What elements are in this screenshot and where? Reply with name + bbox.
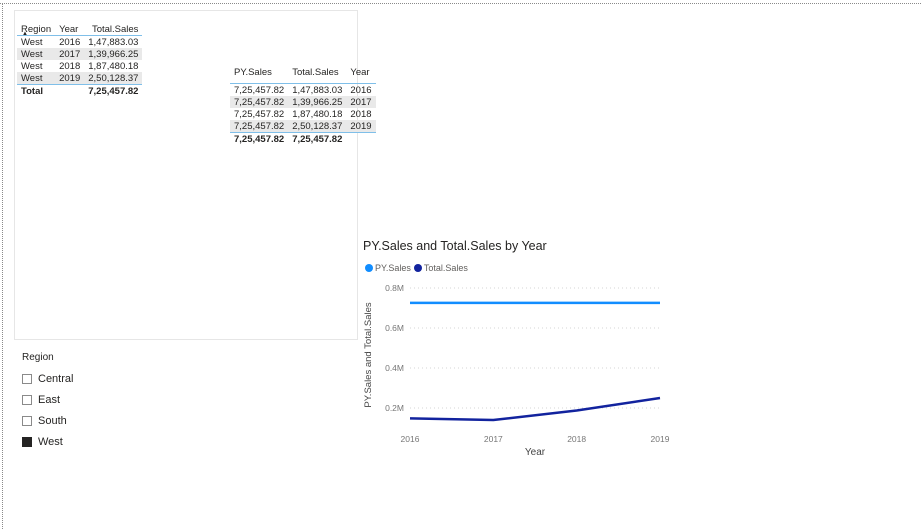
column-header-region[interactable]: Region ▲ <box>17 17 56 37</box>
total-py-sales: 7,25,457.82 <box>234 133 285 145</box>
checkbox[interactable] <box>22 373 32 384</box>
slicer-item-west[interactable]: West <box>22 431 222 452</box>
cell-py-sales: 7,25,457.82 <box>230 96 289 108</box>
slicer-item-label: West <box>38 435 63 448</box>
canvas-edge <box>2 3 3 529</box>
y-tick-label: 0.4M <box>385 363 404 373</box>
cell-total-sales: 2,50,128.37 <box>84 72 143 85</box>
cell-region: West <box>17 72 56 85</box>
cell-total-sales: 1,39,966.25 <box>84 48 143 60</box>
cell-year-empty <box>55 85 84 98</box>
checkbox[interactable] <box>22 394 32 405</box>
chart-title: PY.Sales and Total.Sales by Year <box>363 239 547 253</box>
region-slicer: Region Central East South West <box>22 352 222 452</box>
cell-total-sales: 1,39,966.25 <box>288 96 347 108</box>
cell-total-sales: 2,50,128.37 <box>288 120 347 133</box>
cell-region: West <box>17 48 56 60</box>
cell-py-sales: 7,25,457.82 <box>234 108 285 120</box>
checkbox[interactable] <box>22 415 32 426</box>
cell-py-sales: 7,25,457.82 <box>230 120 289 133</box>
y-tick-label: 0.6M <box>385 323 404 333</box>
table-row: 7,25,457.82 1,87,480.18 2018 <box>230 108 376 120</box>
canvas-edge <box>0 3 921 4</box>
cell-year: 2016 <box>59 36 81 48</box>
table-row: West 2017 1,39,966.25 <box>17 48 143 60</box>
total-label: Total <box>21 85 43 97</box>
cell-region: West <box>21 60 43 72</box>
cell-region: West <box>21 36 43 48</box>
slicer-item-label: Central <box>38 372 74 385</box>
cell-year: 2018 <box>59 60 81 72</box>
table-row: West 2019 2,50,128.37 <box>17 72 143 85</box>
slicer-item-central[interactable]: Central <box>22 368 222 389</box>
checkbox-checked[interactable] <box>22 436 32 447</box>
cell-year: 2019 <box>55 72 85 85</box>
cell-year: 2018 <box>350 108 372 120</box>
column-header-py-sales[interactable]: PY.Sales <box>230 62 289 84</box>
x-tick-label: 2016 <box>401 434 420 444</box>
total-sales-value: 7,25,457.82 <box>88 85 139 97</box>
sort-ascending-icon: ▲ <box>22 31 28 37</box>
column-header-total-sales[interactable]: Total.Sales <box>288 62 347 84</box>
slicer-item-label: East <box>38 393 61 406</box>
cell-year: 2017 <box>55 48 85 60</box>
column-header-year[interactable]: Year <box>346 62 376 84</box>
cell-year: 2017 <box>346 96 376 108</box>
slicer-item-east[interactable]: East <box>22 389 222 410</box>
y-axis-title: PY.Sales and Total.Sales <box>363 302 374 408</box>
total-sales-value: 7,25,457.82 <box>292 133 343 145</box>
table-total-row: Total 7,25,457.82 <box>17 85 142 98</box>
table-row: 7,25,457.82 1,39,966.25 2017 <box>230 96 376 108</box>
cell-year: 2016 <box>350 84 372 96</box>
x-tick-label: 2017 <box>484 434 503 444</box>
cell-year: 2019 <box>346 120 376 133</box>
cell-total-sales: 1,87,480.18 <box>88 60 139 72</box>
cell-total-sales: 1,87,480.18 <box>292 108 343 120</box>
cell-total-sales: 1,47,883.03 <box>88 36 139 48</box>
y-tick-label: 0.8M <box>385 283 404 293</box>
slicer-item-south[interactable]: South <box>22 410 222 431</box>
slicer-item-label: South <box>38 414 67 427</box>
x-tick-label: 2018 <box>567 434 586 444</box>
table-row: West 2018 1,87,480.18 <box>17 60 142 72</box>
series-line-total-sales <box>409 396 661 422</box>
y-tick-label: 0.2M <box>385 403 404 413</box>
column-header-year[interactable]: Year <box>55 17 85 36</box>
cell-total-sales: 1,47,883.03 <box>292 84 343 96</box>
region-sales-table: Region ▲ Year Total.Sales West 2016 1,47,… <box>17 17 143 98</box>
table-row: 7,25,457.82 1,47,883.03 2016 <box>230 84 376 97</box>
table-total-row: 7,25,457.82 7,25,457.82 <box>230 133 376 146</box>
x-axis-title: Year <box>525 447 546 458</box>
line-chart[interactable]: 0.2M 0.4M 0.6M 0.8M 2016 2017 2018 2019 Year PY.S… <box>355 270 685 460</box>
table-row: West 2016 1,47,883.03 <box>17 36 142 49</box>
x-tick-label: 2019 <box>651 434 670 444</box>
column-header-total-sales[interactable]: Total.Sales <box>84 17 143 36</box>
cell-year-empty <box>346 133 375 146</box>
table-row: 7,25,457.82 2,50,128.37 2019 <box>230 120 376 133</box>
slicer-title: Region <box>22 352 54 363</box>
py-sales-table: PY.Sales Total.Sales Year 7,25,457.82 1,… <box>230 62 376 145</box>
cell-py-sales: 7,25,457.82 <box>234 84 285 96</box>
